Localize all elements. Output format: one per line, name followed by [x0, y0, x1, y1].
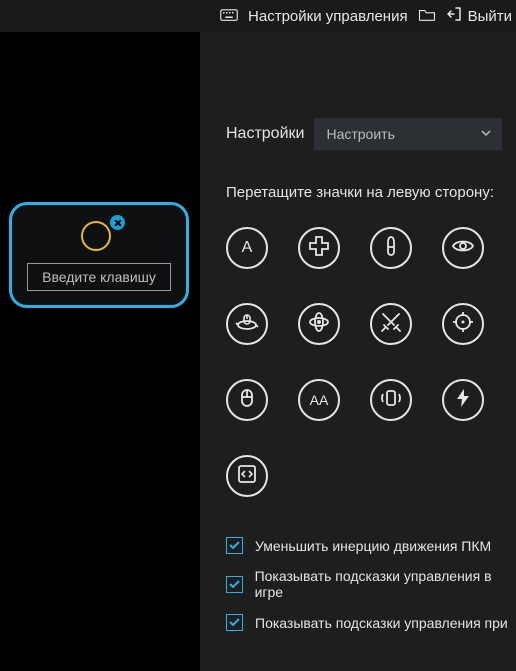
tool-orbit-mouse[interactable] [226, 303, 268, 345]
checkbox[interactable] [226, 537, 243, 554]
checkbox[interactable] [226, 614, 243, 631]
option-label: Показывать подсказки управления при [255, 615, 508, 631]
preset-selected-value: Настроить [326, 126, 394, 142]
tap-circle-icon [81, 221, 111, 251]
bullet-icon [379, 234, 403, 263]
option-show-hints-on[interactable]: Показывать подсказки управления при [226, 614, 516, 631]
option-label: Показывать подсказки управления в игре [255, 568, 516, 600]
swords-icon [379, 310, 403, 339]
tool-code[interactable] [226, 455, 268, 497]
tool-swords[interactable] [370, 303, 412, 345]
keyboard-icon [220, 8, 238, 25]
option-label: Уменьшить инерцию движения ПКМ [255, 538, 491, 554]
target-icon [451, 310, 475, 339]
header-bar: Настройки управления Выйти [0, 0, 516, 32]
orbit-icon [307, 310, 331, 339]
chevron-down-icon [480, 126, 492, 142]
settings-label: Настройки [226, 125, 304, 143]
header-title: Настройки управления [248, 8, 408, 25]
tool-orbit[interactable] [298, 303, 340, 345]
shake-icon [379, 386, 403, 415]
mapping-canvas[interactable] [0, 32, 200, 671]
lightning-icon [451, 386, 475, 415]
remove-mapping-button[interactable] [110, 215, 125, 230]
exit-button[interactable]: Выйти [446, 6, 512, 26]
header-title-group: Настройки управления [220, 8, 436, 25]
exit-icon [446, 6, 462, 26]
drag-instructions: Перетащите значки на левую сторону: [226, 184, 516, 201]
key-input[interactable] [27, 263, 171, 291]
tool-shake[interactable] [370, 379, 412, 421]
tool-double-a[interactable]: AA [298, 379, 340, 421]
tool-dpad[interactable] [298, 227, 340, 269]
exit-label: Выйти [468, 8, 512, 25]
tool-bullet[interactable] [370, 227, 412, 269]
mapping-indicator [79, 217, 119, 257]
options-list: Уменьшить инерцию движения ПКМ Показыват… [226, 537, 516, 631]
tool-icon-grid: A AA [226, 227, 516, 497]
preset-select[interactable]: Настроить [314, 118, 502, 150]
tool-mouse[interactable] [226, 379, 268, 421]
tool-target[interactable] [442, 303, 484, 345]
tool-eye[interactable] [442, 227, 484, 269]
checkbox[interactable] [226, 576, 243, 593]
tool-lightning[interactable] [442, 379, 484, 421]
code-icon [235, 462, 259, 491]
option-reduce-inertia[interactable]: Уменьшить инерцию движения ПКМ [226, 537, 516, 554]
folder-icon[interactable] [418, 8, 436, 25]
orbit-mouse-icon [235, 310, 259, 339]
settings-panel: Настройки Настроить Перетащите значки на… [200, 32, 516, 671]
dpad-icon [307, 234, 331, 263]
eye-icon [451, 234, 475, 263]
option-show-hints-ingame[interactable]: Показывать подсказки управления в игре [226, 568, 516, 600]
mouse-icon [235, 386, 259, 415]
tool-letter-a[interactable]: A [226, 227, 268, 269]
mapping-card[interactable] [9, 202, 189, 308]
